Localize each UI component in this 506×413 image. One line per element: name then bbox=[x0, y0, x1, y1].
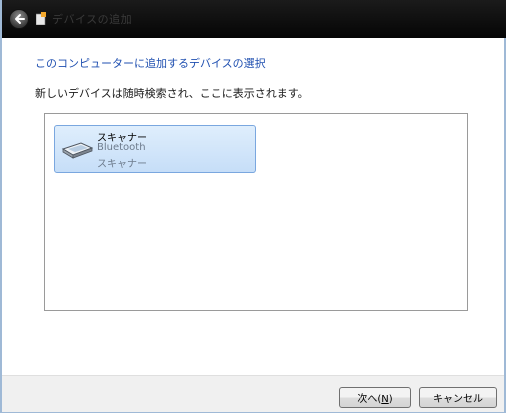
add-device-window: デバイスの追加 このコンピューターに追加するデバイスの選択 新しいデバイスは随時… bbox=[0, 0, 506, 413]
device-list: スキャナー Bluetooth スキャナー bbox=[44, 113, 468, 311]
next-label-prefix: 次へ( bbox=[357, 394, 382, 405]
device-item-scanner[interactable]: スキャナー Bluetooth スキャナー bbox=[54, 125, 256, 173]
window-title: デバイスの追加 bbox=[52, 13, 133, 26]
cancel-button[interactable]: キャンセル bbox=[419, 387, 497, 408]
button-bar: 次へ(N) キャンセル bbox=[2, 375, 504, 412]
page-heading: このコンピューターに追加するデバイスの選択 bbox=[35, 57, 266, 70]
title-bar: デバイスの追加 bbox=[2, 0, 506, 38]
scanner-icon bbox=[61, 142, 93, 159]
device-connection: Bluetooth bbox=[97, 142, 146, 153]
page-description: 新しいデバイスは随時検索され、ここに表示されます。 bbox=[35, 87, 309, 100]
device-add-icon bbox=[36, 12, 46, 25]
next-label-mnemonic: N bbox=[381, 394, 389, 405]
device-category: スキャナー bbox=[97, 159, 147, 170]
back-button[interactable] bbox=[9, 9, 29, 29]
next-button[interactable]: 次へ(N) bbox=[339, 387, 411, 408]
next-label-suffix: ) bbox=[388, 394, 393, 405]
back-arrow-icon bbox=[15, 14, 25, 24]
